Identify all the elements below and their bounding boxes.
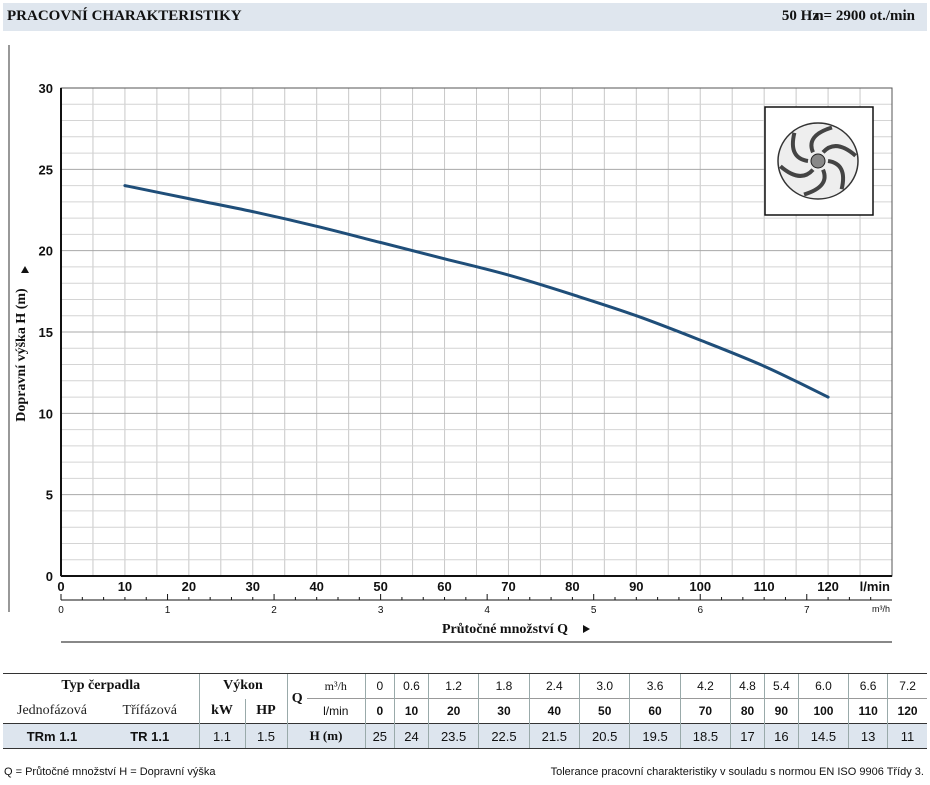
x-tick-label: 30 <box>246 579 260 594</box>
pump-curve-chart: 0510152025300 10 20 30 40 50 60 70 80 90 100 110 120… <box>8 45 893 643</box>
lmin-cell: 30 <box>478 698 530 724</box>
x-tick-label: 0 <box>57 579 64 594</box>
h-cell: 24 <box>394 723 429 749</box>
h-cell: 19.5 <box>629 723 681 749</box>
lmin-cell: 110 <box>848 698 888 724</box>
h-cell: 16 <box>763 723 799 749</box>
h-cell: 18.5 <box>679 723 731 749</box>
h-cell: 23.5 <box>427 723 479 749</box>
x2-tick-label: 3 <box>378 605 384 616</box>
model-single-phase: TRm 1.1 <box>3 723 101 749</box>
x-axis-arrow-icon <box>583 625 590 633</box>
x2-tick-label: 6 <box>697 605 703 616</box>
x-tick-label: 50 <box>373 579 387 594</box>
frequency-label: 50 Hz <box>781 8 819 24</box>
power-header: Výkon <box>198 673 287 699</box>
h-cell: 21.5 <box>528 723 580 749</box>
m3h-cell: 1.8 <box>478 673 530 699</box>
pump-data-table: Typ čerpadla Výkon Q m³/h 0 0.6 1.2 1.8 … <box>3 673 927 749</box>
kw-header: kW <box>198 698 245 724</box>
lmin-cell: 0 <box>364 698 395 724</box>
y-axis-title: Dopravní výška H (m) <box>14 288 29 422</box>
single-phase-header: Jednofázová <box>17 702 87 718</box>
m3h-cell: 6.6 <box>848 673 888 699</box>
speed-label: n= 2900 ot./min <box>815 8 915 24</box>
x-tick-label: 10 <box>118 579 132 594</box>
x2-tick-label: 2 <box>271 605 277 616</box>
hp-header: HP <box>244 698 287 724</box>
x-tick-label: 20 <box>182 579 196 594</box>
lmin-cell: 100 <box>797 698 849 724</box>
h-cell: 22.5 <box>478 723 530 749</box>
page-title: PRACOVNÍ CHARAKTERISTIKY <box>7 8 242 24</box>
h-cell: 11 <box>887 723 927 749</box>
x-tick-label: 90 <box>629 579 643 594</box>
h-header: H (m) <box>286 723 365 749</box>
m3h-cell: 6.0 <box>797 673 849 699</box>
y-tick-label: 0 <box>46 569 53 584</box>
impeller-icon <box>764 106 874 216</box>
lmin-cell: 90 <box>763 698 799 724</box>
x2-tick-label: 1 <box>165 605 171 616</box>
x-unit-label: l/min <box>860 579 890 594</box>
pump-type-header: Typ čerpadla <box>3 673 199 699</box>
lmin-cell: 40 <box>528 698 580 724</box>
x-tick-label: 100 <box>689 579 711 594</box>
y-tick-label: 10 <box>39 406 53 421</box>
lmin-cell: 60 <box>629 698 681 724</box>
x2-tick-label: 4 <box>484 605 490 616</box>
m3h-cell: 4.2 <box>679 673 731 699</box>
m3h-cell: 0.6 <box>394 673 429 699</box>
m3h-cell: 1.2 <box>427 673 479 699</box>
footer-legend: Q = Průtočné množství H = Dopravní výška <box>4 766 216 778</box>
h-cell: 17 <box>730 723 765 749</box>
lmin-cell: 70 <box>679 698 731 724</box>
q-header: Q <box>286 673 307 724</box>
m3h-cell: 3.6 <box>629 673 681 699</box>
lmin-cell: 50 <box>579 698 630 724</box>
y-tick-label: 20 <box>39 244 53 259</box>
x2-unit-label: m³/h <box>872 604 890 614</box>
m3h-cell: 4.8 <box>730 673 765 699</box>
lmin-cell: 120 <box>887 698 927 724</box>
x2-tick-label: 5 <box>591 605 597 616</box>
h-cell: 13 <box>848 723 888 749</box>
lmin-cell: 20 <box>427 698 479 724</box>
y-tick-label: 30 <box>39 81 53 96</box>
m3h-cell: 5.4 <box>763 673 799 699</box>
y-tick-label: 25 <box>39 162 53 177</box>
lmin-cell: 10 <box>394 698 429 724</box>
x-tick-label: 120 <box>817 579 839 594</box>
x2-tick-label: 7 <box>804 605 810 616</box>
m3h-cell: 2.4 <box>528 673 580 699</box>
lmin-cell: 80 <box>730 698 765 724</box>
h-cell: 14.5 <box>797 723 849 749</box>
x2-tick-label: 0 <box>58 605 64 616</box>
lmin-unit: l/min <box>307 698 365 724</box>
m3h-cell: 7.2 <box>887 673 927 699</box>
x-tick-label: 110 <box>754 579 775 594</box>
x-tick-label: 80 <box>565 579 579 594</box>
y-axis-arrow-icon <box>21 266 29 273</box>
h-cell: 25 <box>364 723 395 749</box>
x-tick-label: 70 <box>501 579 515 594</box>
m3h-cell: 3.0 <box>579 673 630 699</box>
three-phase-header: Třífázová <box>122 702 177 718</box>
title-bar: PRACOVNÍ CHARAKTERISTIKY 50 Hz n= 2900 o… <box>3 3 927 31</box>
m3h-cell: 0 <box>364 673 395 699</box>
footer-tolerance: Tolerance pracovní charakteristiky v sou… <box>550 766 924 778</box>
m3h-unit: m³/h <box>307 673 365 699</box>
y-tick-label: 5 <box>46 488 53 503</box>
hp-value: 1.5 <box>244 723 287 749</box>
x-tick-label: 40 <box>309 579 323 594</box>
x-tick-label: 60 <box>437 579 451 594</box>
x-axis-title: Průtočné množství Q <box>442 622 568 637</box>
y-tick-label: 15 <box>39 325 53 340</box>
model-three-phase: TR 1.1 <box>101 723 199 749</box>
kw-value: 1.1 <box>198 723 245 749</box>
h-cell: 20.5 <box>579 723 630 749</box>
